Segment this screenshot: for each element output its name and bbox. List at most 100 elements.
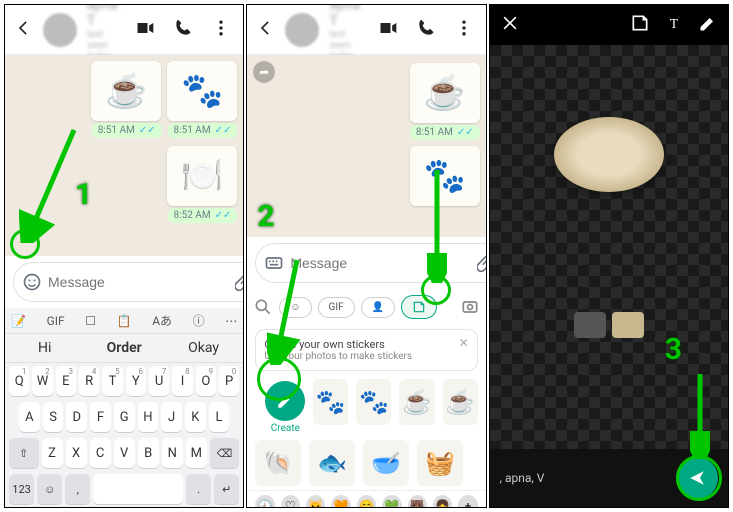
sticker-thumb[interactable]: ☕ (443, 379, 478, 425)
sticker-message[interactable]: ☕ (91, 61, 161, 121)
back-icon[interactable] (255, 18, 275, 42)
key-comma[interactable]: , (65, 474, 90, 504)
keyboard-icon[interactable] (264, 253, 284, 273)
sticker-message[interactable]: 🍽️ (167, 146, 237, 206)
video-call-icon[interactable] (374, 14, 402, 46)
contact-avatar[interactable] (43, 13, 77, 47)
kb-sticker-icon[interactable]: ☐ (85, 314, 96, 328)
sticker-preview[interactable] (554, 117, 664, 192)
attach-icon[interactable] (477, 253, 486, 273)
key-z[interactable]: Z (42, 438, 63, 468)
kb-lang-icon[interactable]: Aあ (152, 312, 172, 329)
sticker-pack[interactable]: 💚 (382, 495, 401, 508)
close-icon[interactable]: ✕ (459, 336, 469, 350)
sticker-pack[interactable]: 🧡 (331, 495, 350, 508)
key-l[interactable]: L (209, 402, 230, 432)
key-emoji[interactable]: ☺ (37, 474, 62, 504)
voice-call-icon[interactable] (169, 14, 197, 46)
sticker-message[interactable]: 🐾 (410, 146, 480, 206)
key-j[interactable]: J (161, 402, 182, 432)
sticker-thumb[interactable]: 🐟 (309, 440, 355, 486)
voice-call-icon[interactable] (412, 14, 440, 46)
contact-meta[interactable]: apna T last seen today (329, 4, 363, 62)
tab-emoji[interactable]: ☺ (279, 297, 311, 318)
key-period[interactable]: . (186, 474, 211, 504)
key-m[interactable]: M (186, 438, 207, 468)
tab-gif[interactable]: GIF (318, 297, 355, 318)
key-e[interactable]: E3 (56, 366, 76, 396)
create-stickers-banner[interactable]: Create your own stickers Use your photos… (255, 329, 477, 371)
recents-icon[interactable]: 🕘 (255, 495, 274, 508)
key-r[interactable]: R4 (79, 366, 99, 396)
sticker-thumb[interactable]: 🥣 (363, 440, 409, 486)
draw-tool-icon[interactable] (698, 13, 718, 37)
attach-icon[interactable] (235, 272, 244, 292)
key-w[interactable]: W2 (32, 366, 52, 396)
key-h[interactable]: H (138, 402, 159, 432)
kb-settings-icon[interactable]: ⓘ (193, 312, 205, 329)
text-tool-icon[interactable]: T (664, 13, 684, 37)
kb-gif-icon[interactable]: GIF (47, 314, 65, 328)
tab-avatar[interactable]: 👤 (361, 297, 395, 318)
key-space[interactable] (93, 474, 183, 504)
video-call-icon[interactable] (131, 14, 159, 46)
key-q[interactable]: Q1 (9, 366, 29, 396)
key-v[interactable]: V (114, 438, 135, 468)
sticker-thumb[interactable]: ☕ (399, 379, 434, 425)
kb-suggestion[interactable]: Hi (5, 334, 84, 362)
key-c[interactable]: C (90, 438, 111, 468)
key-p[interactable]: P0 (219, 366, 239, 396)
contact-meta[interactable]: apna T last seen today (87, 4, 121, 62)
sticker-pack[interactable]: 🐱 (306, 495, 325, 508)
back-icon[interactable] (13, 18, 33, 42)
editor-canvas[interactable] (490, 45, 728, 449)
create-sticker-button[interactable]: Create (265, 381, 305, 434)
search-icon[interactable] (253, 297, 273, 317)
key-k[interactable]: K (185, 402, 206, 432)
add-pack-icon[interactable]: + (458, 495, 477, 508)
more-icon[interactable] (207, 14, 235, 46)
editor-thumb[interactable] (574, 312, 606, 338)
key-o[interactable]: O9 (196, 366, 216, 396)
recipient-chip[interactable]: , apna, V (500, 471, 668, 485)
close-icon[interactable] (500, 13, 520, 37)
sticker-pack[interactable]: 👧 (433, 495, 452, 508)
sticker-thumb[interactable]: 🐾 (356, 379, 391, 425)
sticker-pack[interactable]: 😊 (357, 495, 376, 508)
message-input[interactable] (48, 274, 229, 290)
forward-icon[interactable]: ➦ (253, 61, 275, 83)
key-symbols[interactable]: 123 (9, 474, 34, 504)
kb-memo-icon[interactable]: 📝 (11, 314, 26, 328)
sticker-pack[interactable]: 🐻 (408, 495, 427, 508)
contact-avatar[interactable] (285, 13, 319, 47)
message-input[interactable] (290, 255, 471, 271)
sticker-thumb[interactable]: 🧺 (417, 440, 463, 486)
key-d[interactable]: D (66, 402, 87, 432)
chat-body[interactable]: ☕ 🐾 8:51 AM✓✓ 8:51 AM✓✓ 🍽️ 8:52 AM✓✓ (5, 55, 243, 256)
key-shift[interactable]: ⇧ (9, 438, 38, 468)
chat-body[interactable]: ➦ ☕ 8:51 AM✓✓ 🐾 (247, 55, 485, 237)
more-icon[interactable] (450, 14, 478, 46)
key-t[interactable]: T5 (102, 366, 122, 396)
sticker-camera-icon[interactable] (460, 297, 480, 317)
key-n[interactable]: N (162, 438, 183, 468)
sticker-message[interactable]: 🐾 (167, 61, 237, 121)
key-u[interactable]: U7 (149, 366, 169, 396)
editor-thumb[interactable] (612, 312, 644, 338)
key-b[interactable]: B (138, 438, 159, 468)
key-i[interactable]: I8 (172, 366, 192, 396)
emoji-icon[interactable] (22, 272, 42, 292)
kb-suggestion[interactable]: Okay (164, 334, 243, 362)
send-button[interactable] (676, 457, 718, 499)
kb-clipboard-icon[interactable]: 📋 (117, 314, 132, 328)
key-a[interactable]: A (19, 402, 40, 432)
key-s[interactable]: S (43, 402, 64, 432)
sticker-thumb[interactable]: 🐾 (313, 379, 348, 425)
sticker-thumb[interactable]: 🐚 (255, 440, 301, 486)
sticker-tool-icon[interactable] (630, 13, 650, 37)
key-y[interactable]: Y6 (126, 366, 146, 396)
key-x[interactable]: X (66, 438, 87, 468)
key-enter[interactable]: ↵ (214, 474, 239, 504)
key-backspace[interactable]: ⌫ (210, 438, 239, 468)
tab-sticker[interactable] (401, 295, 437, 319)
